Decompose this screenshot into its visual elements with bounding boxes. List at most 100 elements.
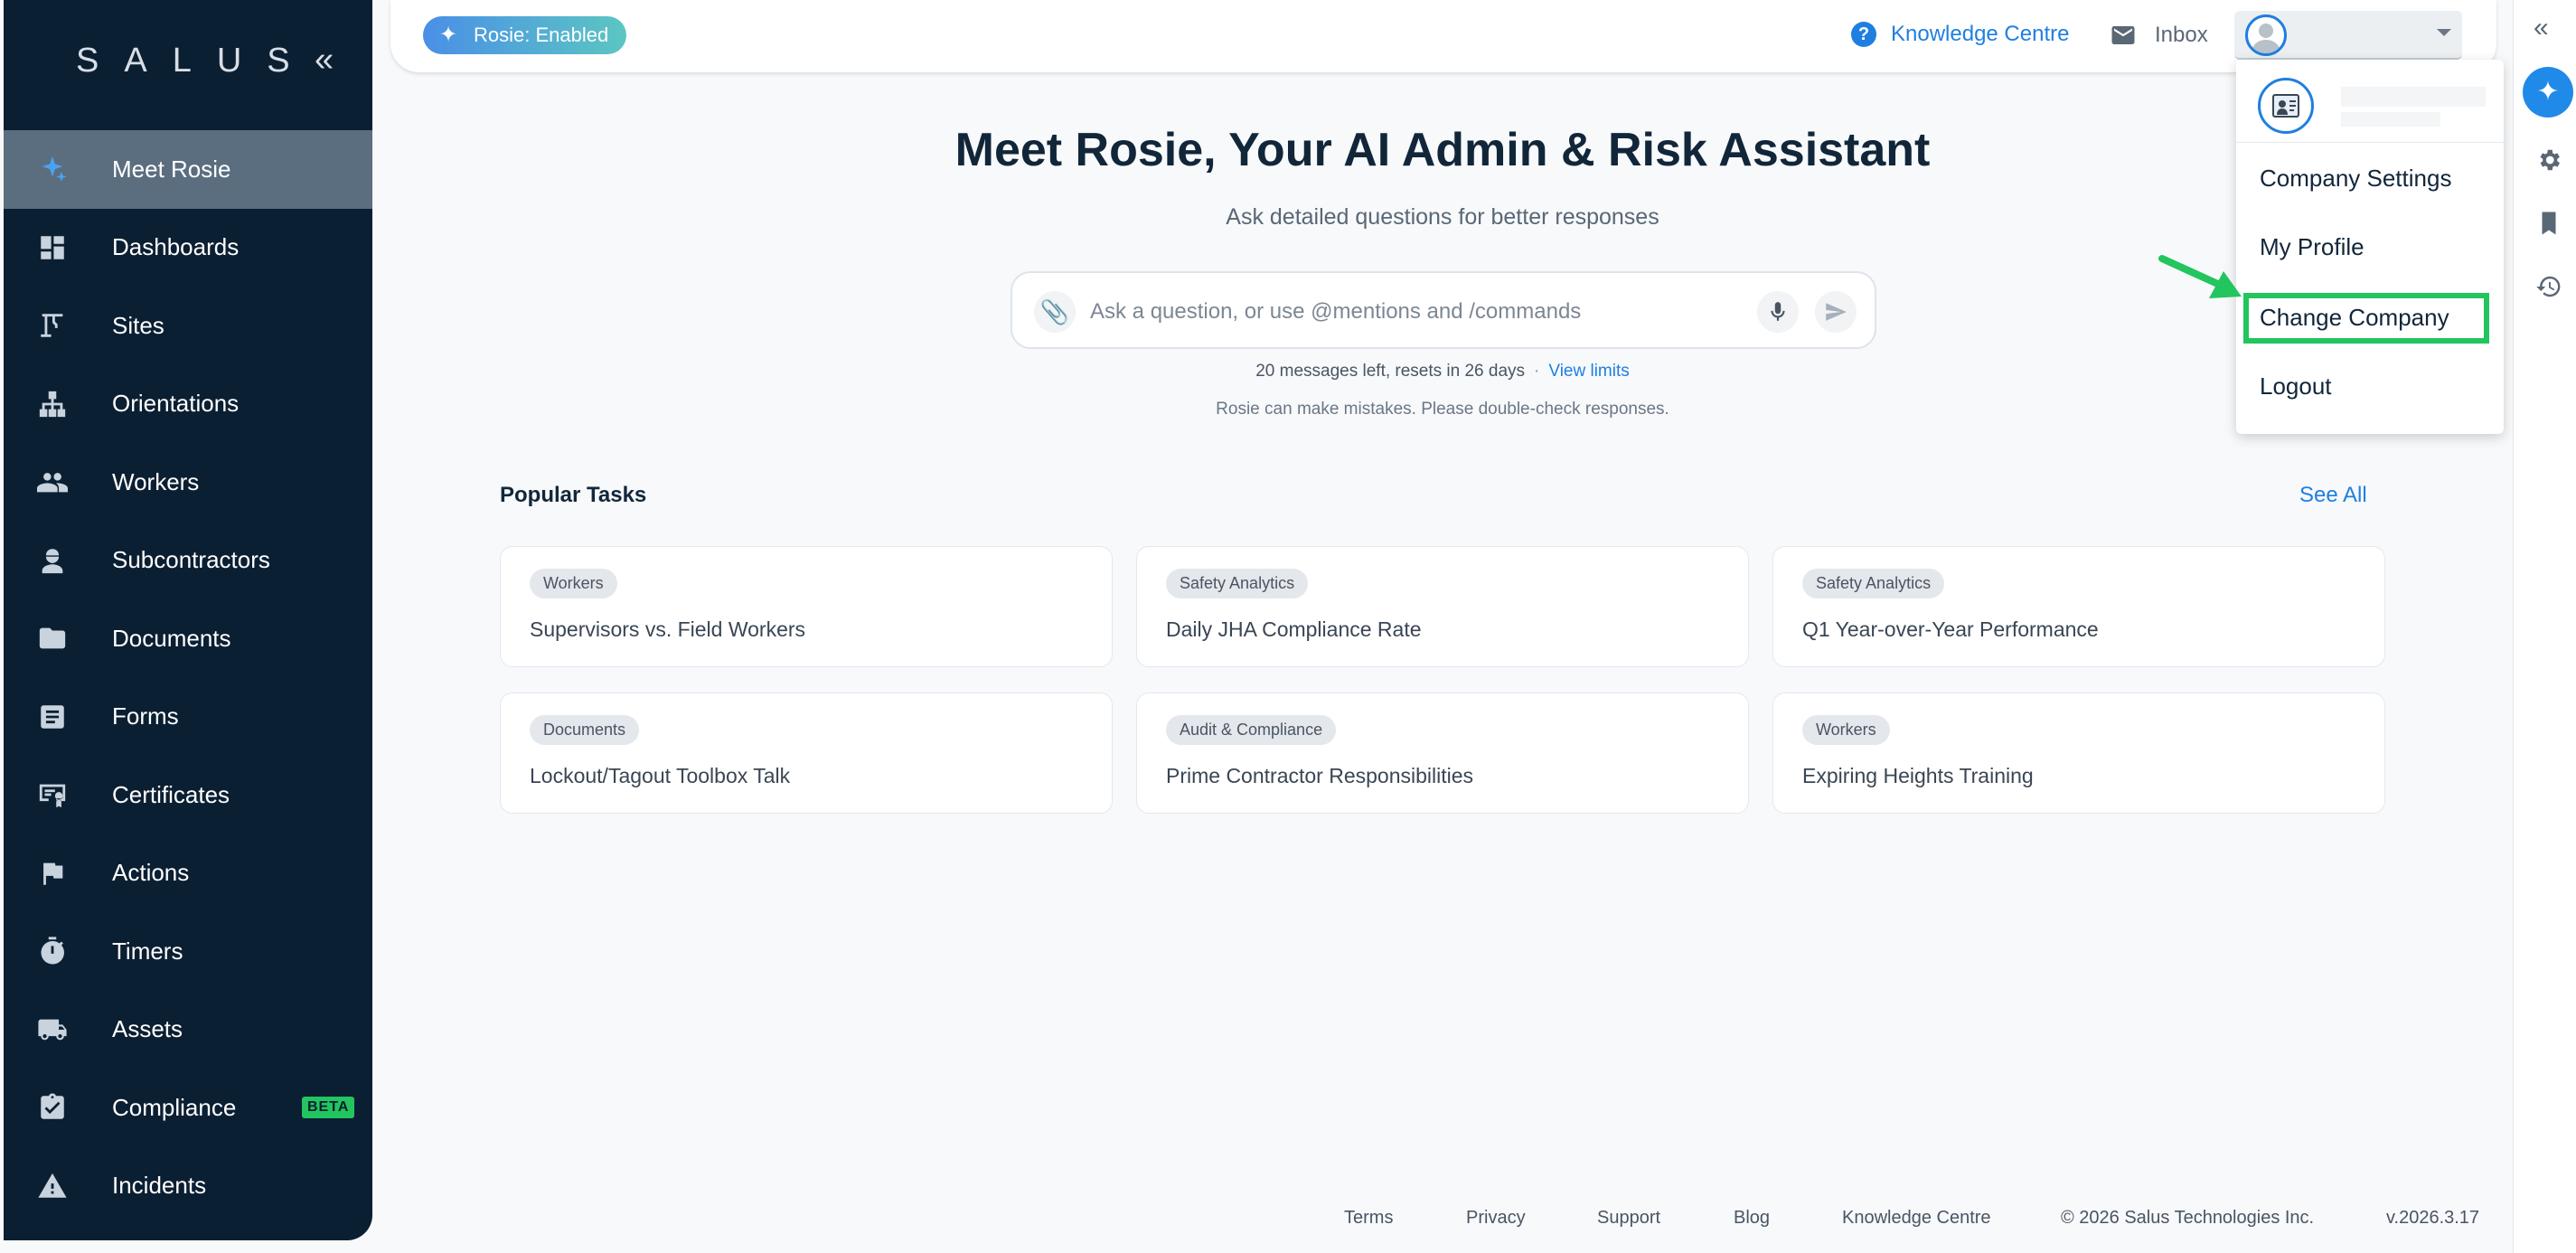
task-tag: Audit & Compliance	[1166, 715, 1337, 745]
expand-rail-button[interactable]: «	[2534, 13, 2549, 43]
ask-rosie-box: 📎	[1011, 271, 1876, 349]
view-limits-link[interactable]: View limits	[1548, 362, 1629, 381]
sidebar-item-certificates[interactable]: Certificates	[4, 756, 372, 834]
limits-text: 20 messages left, resets in 26 days	[1255, 362, 1526, 381]
sidebar-item-compliance[interactable]: Compliance BETA	[4, 1069, 372, 1147]
page-subtitle: Ask detailed questions for better respon…	[1226, 204, 1659, 230]
task-title: Supervisors vs. Field Workers	[530, 617, 806, 641]
sidebar-item-label: Incidents	[112, 1172, 207, 1200]
sidebar-item-documents[interactable]: Documents	[4, 599, 372, 678]
footer-version: v.2026.3.17	[2386, 1208, 2480, 1228]
sidebar-item-label: Assets	[112, 1015, 183, 1043]
sidebar-item-label: Subcontractors	[112, 546, 270, 574]
stopwatch-icon	[34, 933, 71, 969]
page-title: Meet Rosie, Your AI Admin & Risk Assista…	[954, 124, 1931, 176]
certificate-icon	[34, 777, 71, 813]
sidebar-item-label: Certificates	[112, 780, 230, 808]
sidebar-item-workers[interactable]: Workers	[4, 443, 372, 522]
menu-item-change-company[interactable]: Change Company	[2260, 304, 2449, 332]
limits-separator: ·	[1534, 362, 1540, 381]
task-tag: Safety Analytics	[1166, 569, 1309, 598]
task-card[interactable]: Safety Analytics Daily JHA Compliance Ra…	[1136, 546, 1749, 667]
crane-icon	[34, 307, 71, 344]
sidebar-item-label: Actions	[112, 859, 190, 887]
popular-tasks-heading: Popular Tasks	[500, 483, 647, 507]
ai-assistant-button[interactable]: ✦	[2523, 67, 2573, 118]
menu-item-my-profile[interactable]: My Profile	[2260, 233, 2364, 261]
attach-paperclip-icon[interactable]: 📎	[1034, 291, 1076, 333]
inbox-link[interactable]: Inbox	[2110, 22, 2208, 49]
truck-icon	[34, 1012, 71, 1048]
task-card[interactable]: Documents Lockout/Tagout Toolbox Talk	[500, 692, 1113, 814]
sidebar-item-label: Timers	[112, 937, 183, 965]
task-title: Prime Contractor Responsibilities	[1166, 764, 1474, 787]
folder-icon	[34, 620, 71, 656]
sidebar-item-timers[interactable]: Timers	[4, 912, 372, 991]
sidebar-item-label: Sites	[112, 311, 165, 339]
footer-link-terms[interactable]: Terms	[1344, 1208, 1393, 1229]
redacted-email	[2341, 112, 2440, 127]
disclaimer-text: Rosie can make mistakes. Please double-c…	[1216, 400, 1669, 419]
footer-link-blog[interactable]: Blog	[1734, 1208, 1770, 1229]
ask-input[interactable]	[1090, 293, 1723, 331]
task-title: Q1 Year-over-Year Performance	[1802, 617, 2099, 641]
sidebar-nav: Meet Rosie Dashboards Sites Orientations…	[4, 130, 372, 1225]
annotation-arrow-icon	[2158, 255, 2242, 298]
task-card[interactable]: Workers Supervisors vs. Field Workers	[500, 546, 1113, 667]
dropdown-user-header	[2236, 60, 2504, 143]
collapse-sidebar-button[interactable]: «	[315, 42, 334, 78]
menu-item-company-settings[interactable]: Company Settings	[2260, 165, 2451, 193]
task-card[interactable]: Workers Expiring Heights Training	[1772, 692, 2385, 814]
footer-copyright: © 2026 Salus Technologies Inc.	[2061, 1208, 2315, 1228]
avatar	[2245, 14, 2287, 56]
sidebar-item-subcontractors[interactable]: Subcontractors	[4, 522, 372, 600]
dashboard-icon	[34, 230, 71, 266]
see-all-link[interactable]: See All	[2299, 483, 2367, 508]
sidebar-item-incidents[interactable]: Incidents	[4, 1147, 372, 1226]
task-title: Expiring Heights Training	[1802, 764, 2034, 787]
inbox-label: Inbox	[2155, 23, 2208, 47]
right-rail: « ✦	[2513, 0, 2576, 1253]
task-tag: Workers	[530, 569, 617, 598]
task-tag: Workers	[1802, 715, 1890, 745]
send-icon[interactable]	[1815, 291, 1857, 333]
hardhat-worker-icon	[34, 542, 71, 579]
beta-badge: BETA	[302, 1097, 355, 1119]
sparkle-icon: ✦	[2536, 77, 2560, 107]
footer-link-privacy[interactable]: Privacy	[1466, 1208, 1526, 1229]
task-tag: Documents	[530, 715, 640, 745]
sidebar-item-forms[interactable]: Forms	[4, 678, 372, 757]
rosie-status-pill[interactable]: ✦ Rosie: Enabled	[423, 16, 627, 54]
knowledge-centre-link[interactable]: ? Knowledge Centre	[1851, 22, 2069, 47]
knowledge-centre-label: Knowledge Centre	[1891, 22, 2070, 46]
top-header: ✦ Rosie: Enabled ? Knowledge Centre Inbo…	[390, 0, 2496, 72]
task-tag: Safety Analytics	[1802, 569, 1945, 598]
task-card[interactable]: Safety Analytics Q1 Year-over-Year Perfo…	[1772, 546, 2385, 667]
form-icon	[34, 699, 71, 735]
chevron-down-icon	[2437, 29, 2451, 36]
sidebar: SALUS « Meet Rosie Dashboards Sites Orie…	[4, 0, 372, 1240]
message-limits: 20 messages left, resets in 26 days · View…	[0, 362, 2576, 382]
sidebar-item-actions[interactable]: Actions	[4, 834, 372, 913]
task-card[interactable]: Audit & Compliance Prime Contractor Resp…	[1136, 692, 1749, 814]
menu-item-logout[interactable]: Logout	[2260, 372, 2332, 400]
flag-icon	[34, 855, 71, 891]
clipboard-check-icon	[34, 1089, 71, 1126]
redacted-name	[2341, 87, 2486, 107]
user-dropdown-menu: Company Settings My Profile Change Compa…	[2236, 60, 2504, 434]
company-avatar	[2258, 78, 2314, 134]
footer-link-knowledge-centre[interactable]: Knowledge Centre	[1842, 1208, 1991, 1229]
history-icon[interactable]	[2535, 273, 2562, 300]
sparkle-icon: ✦	[439, 23, 458, 47]
sidebar-item-label: Workers	[112, 467, 200, 495]
microphone-icon[interactable]	[1757, 291, 1799, 333]
mail-icon	[2111, 26, 2135, 44]
help-icon: ?	[1851, 22, 1876, 47]
footer-link-support[interactable]: Support	[1597, 1208, 1660, 1229]
sidebar-item-label: Dashboards	[112, 233, 240, 261]
sidebar-item-label: Compliance	[112, 1093, 237, 1121]
sidebar-item-sites[interactable]: Sites	[4, 287, 372, 365]
salus-logo[interactable]: SALUS	[76, 42, 315, 80]
user-menu-select[interactable]	[2234, 11, 2462, 60]
sidebar-item-assets[interactable]: Assets	[4, 991, 372, 1069]
